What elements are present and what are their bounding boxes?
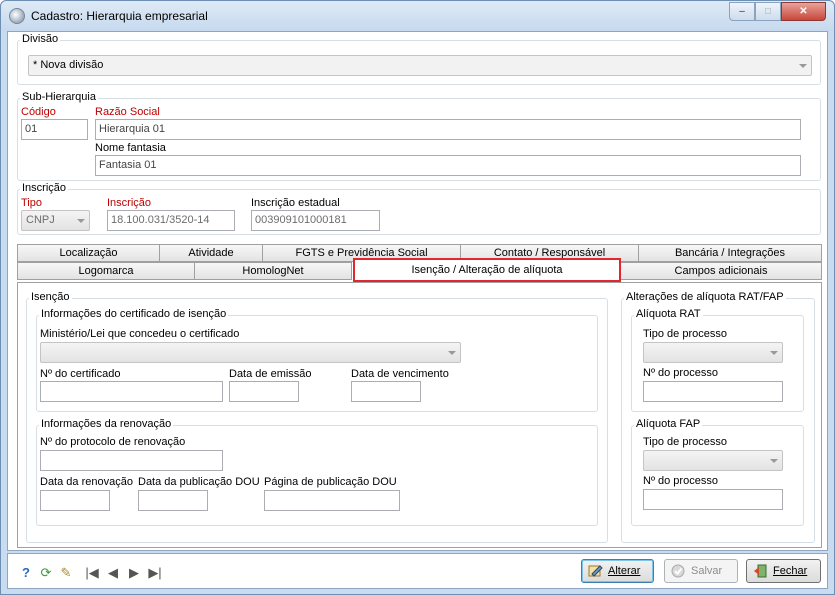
tipo-select[interactable]: CNPJ [21,210,90,231]
tab-isencao[interactable]: Isenção / Alteração de alíquota [353,258,621,282]
app-icon [9,8,25,24]
ministerio-select[interactable] [40,342,461,363]
window: Cadastro: Hierarquia empresarial – □ ✕ D… [0,0,835,595]
salvar-button[interactable]: Salvar [664,559,738,583]
inscricao-input[interactable]: 18.100.031/3520-14 [107,210,235,231]
divisao-select[interactable]: * Nova divisão [28,55,812,76]
inscricao-group: Inscrição Tipo CNPJ Inscrição 18.100.031… [17,182,821,235]
refresh-icon[interactable]: ⟳ [38,565,54,581]
codigo-label: Código [21,106,56,118]
data-publicacao-input[interactable] [138,490,208,511]
protocolo-renovacao-input[interactable] [40,450,223,471]
isencao-group: Isenção Informações do certificado de is… [26,291,608,543]
fap-group: Alíquota FAP Tipo de processo Nº do proc… [631,418,804,526]
aliquota-group: Alterações de alíquota RAT/FAP Alíquota … [621,291,815,543]
certificado-group: Informações do certificado de isenção Mi… [36,308,598,412]
rat-tipo-label: Tipo de processo [643,328,727,340]
fechar-label: Fechar [773,565,808,577]
rat-legend: Alíquota RAT [634,308,703,320]
minimize-button[interactable]: – [729,2,755,21]
inscricao-estadual-input[interactable]: 003909101000181 [251,210,380,231]
nome-fantasia-input[interactable]: Fantasia 01 [95,155,801,176]
alterar-button[interactable]: Alterar [581,559,654,583]
codigo-input[interactable]: 01 [21,119,88,140]
data-renovacao-input[interactable] [40,490,110,511]
subhierarquia-group: Sub-Hierarquia Código 01 Razão Social Hi… [17,91,821,181]
maximize-button[interactable]: □ [755,2,781,21]
renovacao-legend: Informações da renovação [39,418,174,430]
numero-certificado-input[interactable] [40,381,223,402]
inscricao-label: Inscrição [107,197,152,209]
chevron-down-icon [770,459,778,463]
fechar-button[interactable]: Fechar [746,559,821,583]
nome-fantasia-label: Nome fantasia [95,142,166,154]
chevron-down-icon [770,351,778,355]
window-title: Cadastro: Hierarquia empresarial [31,9,208,23]
last-record-icon[interactable]: ▶| [147,565,163,581]
data-vencimento-label: Data de vencimento [351,368,449,380]
edit-icon [588,565,603,577]
tab-homolognet[interactable]: HomologNet [194,262,352,280]
tipo-label: Tipo [21,197,42,209]
data-vencimento-input[interactable] [351,381,421,402]
chevron-down-icon [448,351,456,355]
chevron-down-icon [77,219,85,223]
fap-numero-label: Nº do processo [643,475,718,487]
tab-logomarca[interactable]: Logomarca [17,262,195,280]
razao-social-input[interactable]: Hierarquia 01 [95,119,801,140]
close-button[interactable]: ✕ [781,2,826,21]
data-emissao-label: Data de emissão [229,368,312,380]
tab-bancaria[interactable]: Bancária / Integrações [638,244,822,262]
tab-campos-adicionais[interactable]: Campos adicionais [620,262,822,280]
tipo-value: CNPJ [26,214,55,226]
numero-certificado-label: Nº do certificado [40,368,121,380]
salvar-label: Salvar [691,565,723,577]
fap-legend: Alíquota FAP [634,418,703,430]
fap-numero-input[interactable] [643,489,783,510]
subhierarquia-legend: Sub-Hierarquia [20,91,98,103]
chevron-down-icon [799,64,807,68]
pagina-publicacao-label: Página de publicação DOU [264,476,397,488]
data-renovacao-label: Data da renovação [40,476,133,488]
next-record-icon[interactable]: ▶ [126,565,142,581]
first-record-icon[interactable]: |◀ [84,565,100,581]
previous-record-icon[interactable]: ◀ [105,565,121,581]
fap-tipo-select[interactable] [643,450,783,471]
help-icon[interactable]: ? [18,565,34,581]
rat-numero-input[interactable] [643,381,783,402]
protocolo-renovacao-label: Nº do protocolo de renovação [40,436,186,448]
inscricao-estadual-label: Inscrição estadual [251,197,340,209]
certificado-legend: Informações do certificado de isenção [39,308,229,320]
isencao-legend: Isenção [29,291,72,303]
pagina-publicacao-input[interactable] [264,490,400,511]
divisao-legend: Divisão [20,33,61,45]
razao-social-label: Razão Social [95,106,160,118]
rat-group: Alíquota RAT Tipo de processo Nº do proc… [631,308,804,412]
ministerio-label: Ministério/Lei que concedeu o certificad… [40,328,240,340]
check-icon [671,564,685,578]
aliquota-legend: Alterações de alíquota RAT/FAP [624,291,786,303]
divisao-value: * Nova divisão [33,59,104,71]
exit-door-icon [754,564,767,578]
divisao-group: Divisão * Nova divisão [17,33,821,85]
title-bar[interactable]: Cadastro: Hierarquia empresarial – □ ✕ [1,1,834,31]
form-client-area: Divisão * Nova divisão Sub-Hierarquia Có… [7,31,828,551]
rat-tipo-select[interactable] [643,342,783,363]
tab-page-isencao: Isenção Informações do certificado de is… [17,282,822,548]
fap-tipo-label: Tipo de processo [643,436,727,448]
renovacao-group: Informações da renovação Nº do protocolo… [36,418,598,526]
inscricao-legend: Inscrição [20,182,69,194]
data-publicacao-label: Data da publicação DOU [138,476,260,488]
data-emissao-input[interactable] [229,381,299,402]
rat-numero-label: Nº do processo [643,367,718,379]
alterar-label: Alterar [608,565,641,577]
tab-atividade[interactable]: Atividade [159,244,263,262]
report-icon[interactable]: ✎ [58,565,74,581]
footer-bar: ? ⟳ ✎ |◀ ◀ ▶ ▶| Alterar Salvar Fechar [7,553,828,589]
tab-localizacao[interactable]: Localização [17,244,160,262]
